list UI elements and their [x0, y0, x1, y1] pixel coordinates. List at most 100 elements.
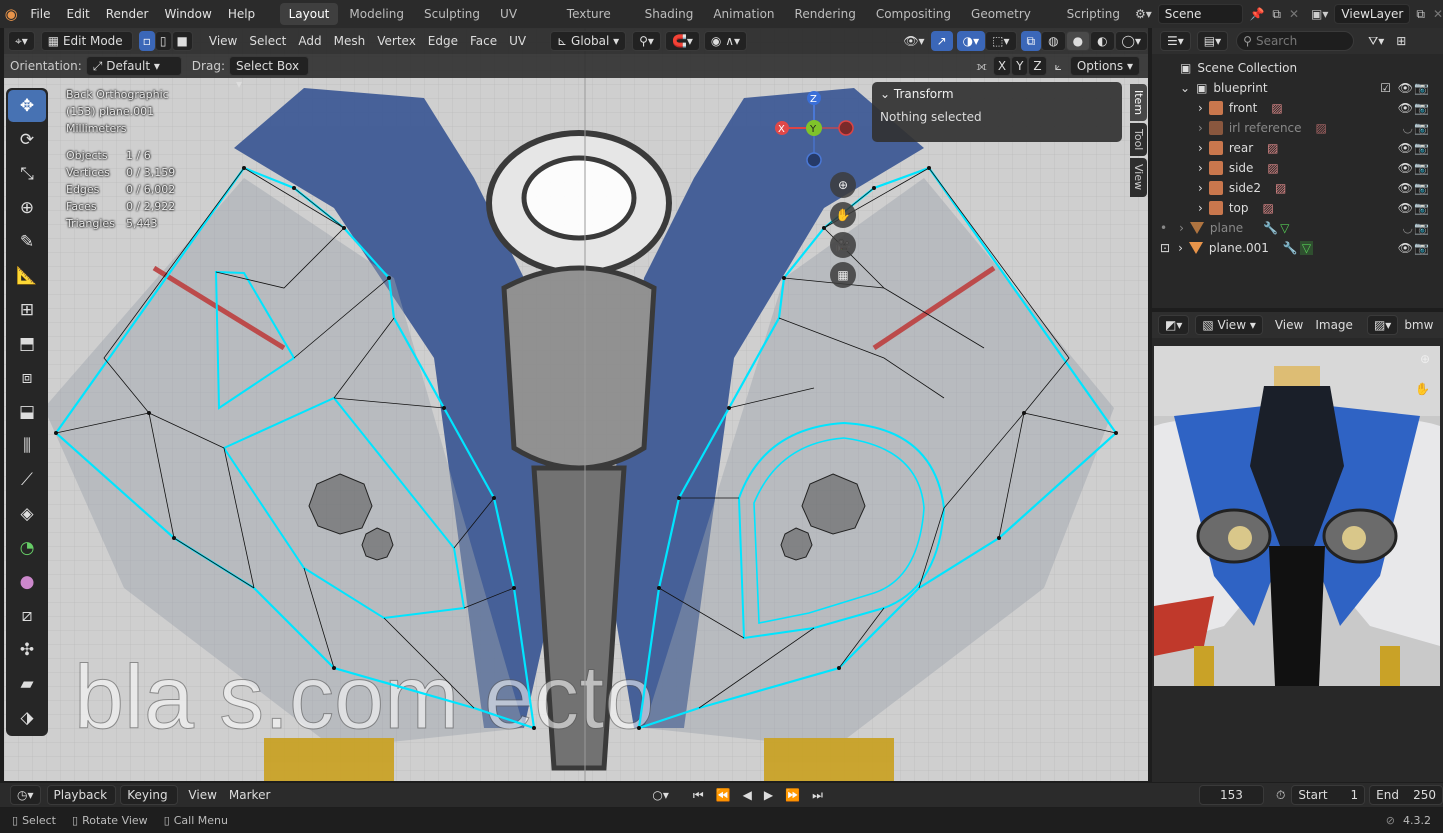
- expand-icon[interactable]: ›: [1179, 221, 1184, 235]
- transform-orientation-dropdown[interactable]: ⊾ Global ▾: [550, 31, 627, 51]
- eye-icon[interactable]: 👁: [1398, 201, 1413, 215]
- outliner-item[interactable]: › side2 ▨ 👁 📷: [1152, 178, 1443, 198]
- menu-face[interactable]: Face: [464, 31, 503, 51]
- mode-selector[interactable]: ▦ Edit Mode ▾: [40, 31, 133, 66]
- end-frame-field[interactable]: End 250: [1369, 785, 1443, 805]
- navigation-gizmo[interactable]: Z X Y: [774, 86, 864, 176]
- rotate-tool-icon[interactable]: ⟳: [8, 124, 46, 156]
- play-icon[interactable]: ▶: [758, 785, 779, 805]
- annotate-tool-icon[interactable]: ✎: [8, 226, 46, 258]
- tab-scripting[interactable]: Scripting: [1058, 3, 1129, 25]
- expand-icon[interactable]: ›: [1198, 121, 1203, 135]
- filter-icon[interactable]: ⛛▾: [1362, 31, 1390, 51]
- menu-view[interactable]: View: [203, 31, 243, 51]
- face-select-icon[interactable]: ■: [171, 31, 193, 51]
- keying-menu[interactable]: Keying ▾: [120, 785, 179, 820]
- tab-view[interactable]: View: [1130, 158, 1147, 197]
- tab-rendering[interactable]: Rendering: [786, 3, 865, 25]
- move-tool-icon[interactable]: ✥: [8, 90, 46, 122]
- jump-end-icon[interactable]: ⏭: [806, 785, 829, 805]
- eye-icon[interactable]: 👁: [1398, 141, 1413, 155]
- camera-icon[interactable]: 📷: [1414, 241, 1429, 255]
- tab-compositing[interactable]: Compositing: [867, 3, 960, 25]
- eye-icon[interactable]: 👁: [1398, 101, 1413, 115]
- zoom-icon[interactable]: ⊕: [830, 172, 856, 198]
- eye-icon[interactable]: 👁: [1398, 81, 1413, 95]
- pan-hand-icon[interactable]: ✋: [830, 202, 856, 228]
- edge-select-icon[interactable]: ▯: [154, 31, 172, 51]
- smooth-tool-icon[interactable]: ●: [8, 566, 46, 598]
- overlays-icon[interactable]: ◑▾: [956, 31, 986, 51]
- menu-image[interactable]: Image: [1309, 315, 1359, 335]
- expand-icon[interactable]: ›: [1198, 141, 1203, 155]
- image-browse-icon[interactable]: ▨▾: [1366, 315, 1399, 335]
- eye-closed-icon[interactable]: ◡: [1403, 121, 1413, 135]
- outliner-editor-icon[interactable]: ☰▾: [1160, 31, 1191, 51]
- view-layer-selector[interactable]: ViewLayer: [1334, 4, 1411, 24]
- timeline-editor-icon[interactable]: ◷▾: [10, 785, 41, 805]
- new-scene-icon[interactable]: ⧉: [1272, 7, 1281, 22]
- menu-edge[interactable]: Edge: [422, 31, 464, 51]
- outliner-item[interactable]: › rear ▨ 👁 📷: [1152, 138, 1443, 158]
- camera-icon[interactable]: 📷: [1414, 121, 1429, 135]
- view-layer-icon[interactable]: ▣▾: [1311, 7, 1328, 21]
- rip-tool-icon[interactable]: ⬗: [8, 702, 46, 734]
- vertex-select-icon[interactable]: ▫: [138, 31, 155, 51]
- ortho-grid-icon[interactable]: ▦: [830, 262, 856, 288]
- shrink-fatten-tool-icon[interactable]: ✣: [8, 634, 46, 666]
- new-view-layer-icon[interactable]: ⧉: [1416, 7, 1425, 22]
- spin-tool-icon[interactable]: ◔: [8, 532, 46, 564]
- eye-icon[interactable]: 👁: [1398, 181, 1413, 195]
- scene-collection-row[interactable]: ▣ Scene Collection: [1152, 58, 1443, 78]
- poly-build-tool-icon[interactable]: ◈: [8, 498, 46, 530]
- tab-layout[interactable]: Layout: [279, 3, 339, 25]
- start-frame-field[interactable]: Start 1: [1291, 785, 1366, 805]
- knife-tool-icon[interactable]: ⟋: [8, 464, 46, 496]
- new-collection-icon[interactable]: ⊞: [1390, 31, 1412, 51]
- tab-tool[interactable]: Tool: [1130, 123, 1147, 157]
- shading-wireframe-icon[interactable]: ◍: [1041, 31, 1066, 51]
- transform-panel-header[interactable]: ⌄ Transform: [872, 82, 1122, 106]
- expand-icon[interactable]: ›: [1198, 161, 1203, 175]
- expand-icon[interactable]: ›: [1198, 201, 1203, 215]
- drag-dropdown[interactable]: Select Box ▾: [228, 56, 309, 91]
- reference-image[interactable]: ⊕ ✋: [1154, 346, 1440, 686]
- menu-file[interactable]: File: [22, 0, 58, 28]
- jump-start-icon[interactable]: ⏮: [687, 785, 710, 805]
- menu-image-view[interactable]: View: [1269, 315, 1309, 335]
- pin-icon[interactable]: 📌: [1249, 7, 1264, 21]
- outliner-object[interactable]: ⊡ › plane.001 🔧 ▽ 👁 📷: [1152, 238, 1443, 258]
- add-cube-tool-icon[interactable]: ⊞: [8, 294, 46, 326]
- camera-icon[interactable]: 📷: [1414, 81, 1429, 95]
- expand-icon[interactable]: ⌄: [1180, 81, 1190, 95]
- mirror-x-toggle[interactable]: X: [992, 56, 1012, 76]
- outliner-item[interactable]: › side ▨ 👁 📷: [1152, 158, 1443, 178]
- auto-merge-icon[interactable]: ⟀: [1055, 59, 1062, 74]
- play-reverse-icon[interactable]: ◀: [737, 785, 758, 805]
- menu-select[interactable]: Select: [243, 31, 292, 51]
- mesh-overlay-icon[interactable]: ⬚▾: [985, 31, 1017, 51]
- menu-help[interactable]: Help: [220, 0, 263, 28]
- proportional-edit-icon[interactable]: ◉ ∧▾: [703, 31, 748, 51]
- extrude-tool-icon[interactable]: ⬒: [8, 328, 46, 360]
- image-name[interactable]: bmw: [1398, 315, 1439, 335]
- tab-animation[interactable]: Animation: [704, 3, 783, 25]
- image-editor-type-icon[interactable]: ◩▾: [1158, 315, 1190, 335]
- display-mode-icon[interactable]: ▤▾: [1196, 31, 1229, 51]
- camera-icon[interactable]: 📷: [1414, 141, 1429, 155]
- stopwatch-icon[interactable]: ⏱: [1270, 785, 1291, 805]
- 3d-viewport[interactable]: bla s.com ecto ⌖▾ ▦ Edit Mode ▫ ▯ ■ View…: [4, 28, 1148, 781]
- tab-sculpting[interactable]: Sculpting: [415, 3, 489, 25]
- shading-solid-icon[interactable]: ●: [1065, 31, 1091, 51]
- marker-menu[interactable]: Marker: [223, 785, 276, 805]
- playback-menu[interactable]: Playback ▾: [46, 785, 117, 820]
- expand-icon[interactable]: ›: [1198, 101, 1203, 115]
- menu-edit[interactable]: Edit: [59, 0, 98, 28]
- loop-cut-tool-icon[interactable]: ⫼: [8, 430, 46, 462]
- menu-window[interactable]: Window: [156, 0, 219, 28]
- transform-tool-icon[interactable]: ⊕: [8, 192, 46, 224]
- outliner-item[interactable]: › irl reference ▨ ◡ 📷: [1152, 118, 1443, 138]
- camera-icon[interactable]: 📷: [1414, 201, 1429, 215]
- scene-selector[interactable]: Scene: [1157, 4, 1244, 24]
- image-view-dropdown[interactable]: ▧ View ▾: [1195, 315, 1263, 335]
